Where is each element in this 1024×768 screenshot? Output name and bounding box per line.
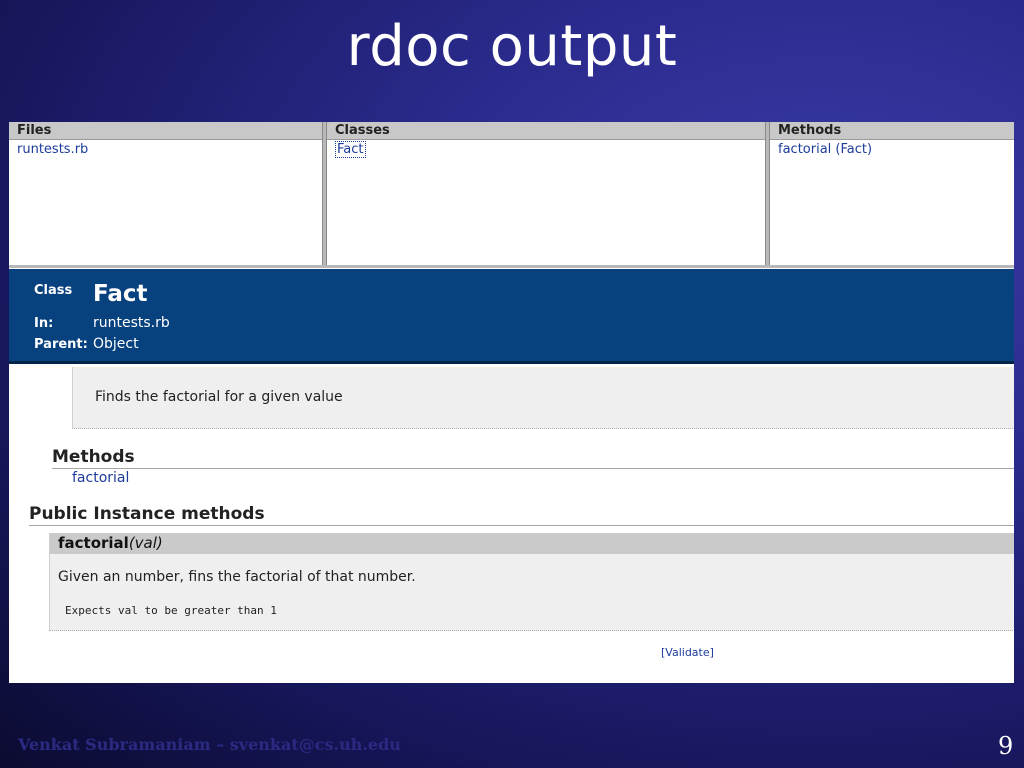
method-args: (val) xyxy=(128,534,163,552)
files-frame-header: Files xyxy=(9,122,322,140)
validate-link[interactable]: [Validate] xyxy=(661,646,714,659)
rdoc-browser-view: Files runtests.rb Classes Fact Methods f… xyxy=(9,122,1014,683)
slide-footer: Venkat Subramaniam – svenkat@cs.uh.edu xyxy=(18,735,401,754)
files-frame: Files runtests.rb xyxy=(9,122,322,265)
class-description-text: Finds the factorial for a given value xyxy=(95,389,343,405)
public-instance-methods-heading: Public Instance methods xyxy=(29,504,1014,526)
class-name: Fact xyxy=(93,281,148,307)
method-index-link-factorial[interactable]: factorial xyxy=(72,470,129,486)
classes-frame-header: Classes xyxy=(327,122,765,140)
methods-frame: Methods factorial (Fact) xyxy=(770,122,1014,265)
parent-value: Object xyxy=(93,336,139,352)
frames-bottom-border[interactable] xyxy=(9,265,1014,268)
slide-title: rdoc output xyxy=(346,14,678,79)
in-label: In: xyxy=(34,316,54,331)
method-detail-factorial: factorial(val) Given an number, fins the… xyxy=(49,533,1014,631)
class-link-fact[interactable]: Fact xyxy=(335,141,366,158)
method-code-block: Expects val to be greater than 1 xyxy=(65,604,277,617)
method-link-factorial-fact[interactable]: factorial (Fact) xyxy=(770,140,1014,157)
method-name: factorial xyxy=(58,534,129,552)
class-header: Class Fact In: runtests.rb Parent: Objec… xyxy=(9,269,1014,364)
methods-frame-header: Methods xyxy=(770,122,1014,140)
slide-page-number: 9 xyxy=(998,732,1014,760)
parent-label: Parent: xyxy=(34,337,88,352)
file-link-runtests[interactable]: runtests.rb xyxy=(9,140,322,157)
in-value[interactable]: runtests.rb xyxy=(93,315,170,331)
rdoc-frames: Files runtests.rb Classes Fact Methods f… xyxy=(9,122,1014,268)
classes-frame: Classes Fact xyxy=(327,122,765,265)
method-signature: factorial(val) xyxy=(50,533,1014,554)
class-description: Finds the factorial for a given value xyxy=(72,367,1014,429)
methods-section-heading: Methods xyxy=(52,447,1014,469)
class-kind-label: Class xyxy=(34,283,73,298)
method-description: Given an number, fins the factorial of t… xyxy=(58,569,416,585)
